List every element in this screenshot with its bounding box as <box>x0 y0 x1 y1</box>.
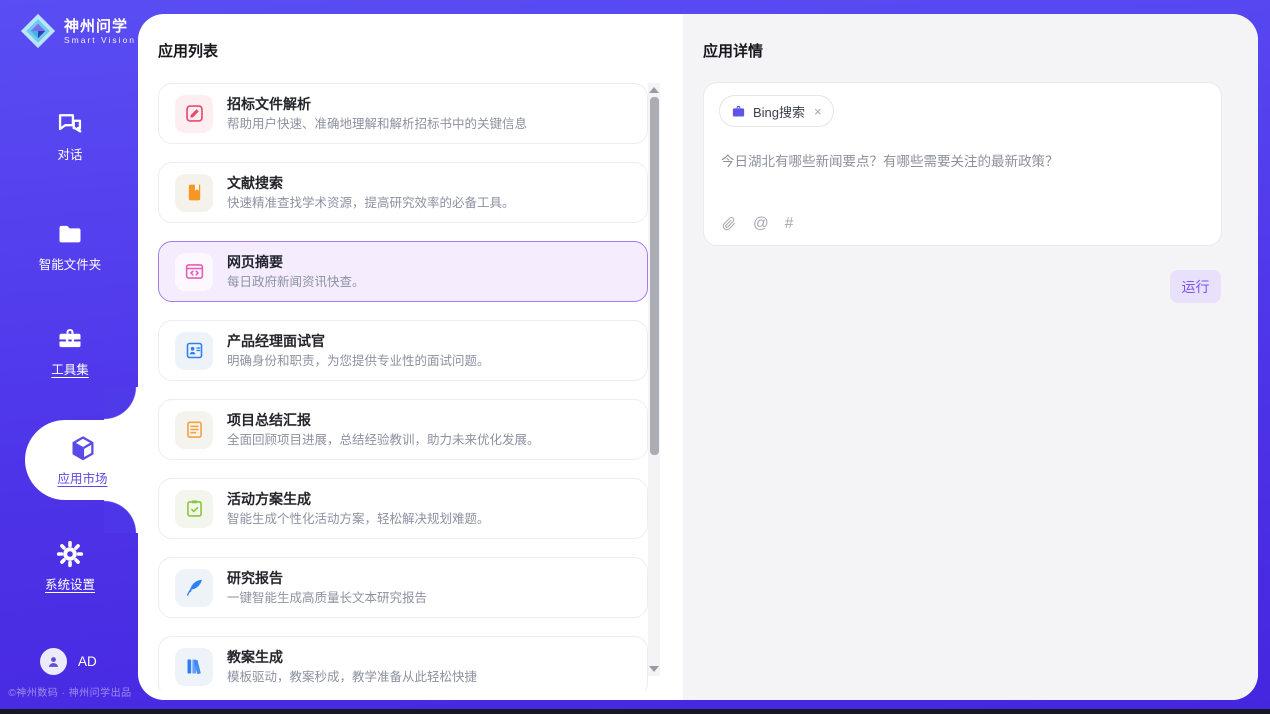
copyright-footer: ©神州数码 · 神州问学出品 <box>0 684 140 699</box>
diamond-logo-icon <box>20 13 56 49</box>
app-list-panel: 应用列表 招标文件解析 帮助用户快速、准确地理解和解析招标书中的关键信息 文献搜… <box>138 14 683 700</box>
run-button[interactable]: 运行 <box>1170 270 1221 303</box>
brand-logo: 神州问学 Smart Vision <box>20 13 136 49</box>
sidebar: 神州问学 Smart Vision 对话智能文件夹工具集应用市场系统设置 AD … <box>0 0 140 714</box>
app-list-title: 应用列表 <box>158 40 218 61</box>
hash-icon[interactable]: # <box>785 216 794 232</box>
sidebar-item-label: 对话 <box>0 144 140 163</box>
app-detail-title: 应用详情 <box>703 40 763 61</box>
at-icon[interactable]: @ <box>753 216 769 232</box>
app-card-description: 快速精准查找学术资源，提高研究效率的必备工具。 <box>227 196 515 211</box>
notepad-icon <box>175 411 213 449</box>
book-icon <box>175 174 213 212</box>
sidebar-item-label: 应用市场 <box>57 468 107 487</box>
books-icon <box>175 648 213 686</box>
app-card-活动方案生成[interactable]: 活动方案生成 智能生成个性化活动方案，轻松解决规划难题。 <box>158 478 648 539</box>
app-card-description: 全面回顾项目进展，总结经验教训，助力未来优化发展。 <box>227 433 540 448</box>
app-card-招标文件解析[interactable]: 招标文件解析 帮助用户快速、准确地理解和解析招标书中的关键信息 <box>158 83 648 144</box>
app-card-description: 模板驱动，教案秒成，教学准备从此轻松快捷 <box>227 670 477 685</box>
tool-chip-bing-search[interactable]: Bing搜索 × <box>719 95 834 127</box>
app-card-title: 项目总结汇报 <box>227 412 540 429</box>
chat-icon <box>56 110 84 138</box>
app-card-description: 明确身份和职责，为您提供专业性的面试问题。 <box>227 354 490 369</box>
quill-icon <box>175 569 213 607</box>
app-card-description: 每日政府新闻资讯快查。 <box>227 275 365 290</box>
app-card-文献搜索[interactable]: 文献搜索 快速精准查找学术资源，提高研究效率的必备工具。 <box>158 162 648 223</box>
pen-square-icon <box>175 95 213 133</box>
user-initials: AD <box>78 654 97 669</box>
app-card-教案生成[interactable]: 教案生成 模板驱动，教案秒成，教学准备从此轻松快捷 <box>158 636 648 690</box>
gear-icon <box>56 540 84 568</box>
briefcase-icon <box>731 104 746 119</box>
app-card-description: 智能生成个性化活动方案，轻松解决规划难题。 <box>227 512 490 527</box>
sidebar-item-label: 系统设置 <box>0 574 140 593</box>
composer-toolbar: @# <box>721 216 793 232</box>
sidebar-item-系统设置[interactable]: 系统设置 <box>0 540 140 593</box>
app-card-title: 教案生成 <box>227 649 477 666</box>
cube-icon <box>68 434 98 464</box>
sidebar-item-label: 工具集 <box>0 359 140 378</box>
user-row[interactable]: AD <box>40 648 97 675</box>
chip-close-icon[interactable]: × <box>814 104 822 119</box>
app-card-title: 活动方案生成 <box>227 491 490 508</box>
folder-icon <box>56 220 84 248</box>
paperclip-icon[interactable] <box>721 216 737 232</box>
interviewer-icon <box>175 332 213 370</box>
toolbox-icon <box>56 325 84 353</box>
app-card-description: 一键智能生成高质量长文本研究报告 <box>227 591 427 606</box>
app-card-description: 帮助用户快速、准确地理解和解析招标书中的关键信息 <box>227 117 527 132</box>
scroll-up-icon[interactable] <box>649 87 659 93</box>
clipboard-check-icon <box>175 490 213 528</box>
prompt-card: Bing搜索 × 今日湖北有哪些新闻要点？有哪些需要关注的最新政策？ @# <box>703 82 1222 246</box>
sidebar-item-label: 智能文件夹 <box>0 254 140 273</box>
app-list: 招标文件解析 帮助用户快速、准确地理解和解析招标书中的关键信息 文献搜索 快速精… <box>158 83 648 690</box>
brand-name: 神州问学 <box>64 18 136 35</box>
app-card-研究报告[interactable]: 研究报告 一键智能生成高质量长文本研究报告 <box>158 557 648 618</box>
app-card-项目总结汇报[interactable]: 项目总结汇报 全面回顾项目进展，总结经验教训，助力未来优化发展。 <box>158 399 648 460</box>
sidebar-item-应用市场[interactable]: 应用市场 <box>25 420 140 500</box>
query-text[interactable]: 今日湖北有哪些新闻要点？有哪些需要关注的最新政策？ <box>721 152 1203 171</box>
tool-chip-label: Bing搜索 <box>753 102 805 121</box>
app-card-title: 招标文件解析 <box>227 96 527 113</box>
scroll-down-icon[interactable] <box>649 666 659 672</box>
avatar[interactable] <box>40 648 67 675</box>
sidebar-item-工具集[interactable]: 工具集 <box>0 325 140 378</box>
app-card-产品经理面试官[interactable]: 产品经理面试官 明确身份和职责，为您提供专业性的面试问题。 <box>158 320 648 381</box>
sidebar-item-智能文件夹[interactable]: 智能文件夹 <box>0 220 140 273</box>
list-scrollbar[interactable] <box>648 83 660 676</box>
app-card-网页摘要[interactable]: 网页摘要 每日政府新闻资讯快查。 <box>158 241 648 302</box>
brand-subtitle: Smart Vision <box>64 35 136 45</box>
scrollbar-thumb[interactable] <box>650 97 659 455</box>
sidebar-item-对话[interactable]: 对话 <box>0 110 140 163</box>
app-card-title: 研究报告 <box>227 570 427 587</box>
person-avatar-icon <box>45 653 62 670</box>
app-card-title: 网页摘要 <box>227 254 365 271</box>
bottom-edge-bar <box>0 709 1270 714</box>
app-detail-panel: 应用详情 Bing搜索 × 今日湖北有哪些新闻要点？有哪些需要关注的最新政策？ … <box>683 14 1258 700</box>
browser-code-icon <box>175 253 213 291</box>
app-card-title: 文献搜索 <box>227 175 515 192</box>
app-card-title: 产品经理面试官 <box>227 333 490 350</box>
main-container: 应用列表 招标文件解析 帮助用户快速、准确地理解和解析招标书中的关键信息 文献搜… <box>138 14 1258 700</box>
